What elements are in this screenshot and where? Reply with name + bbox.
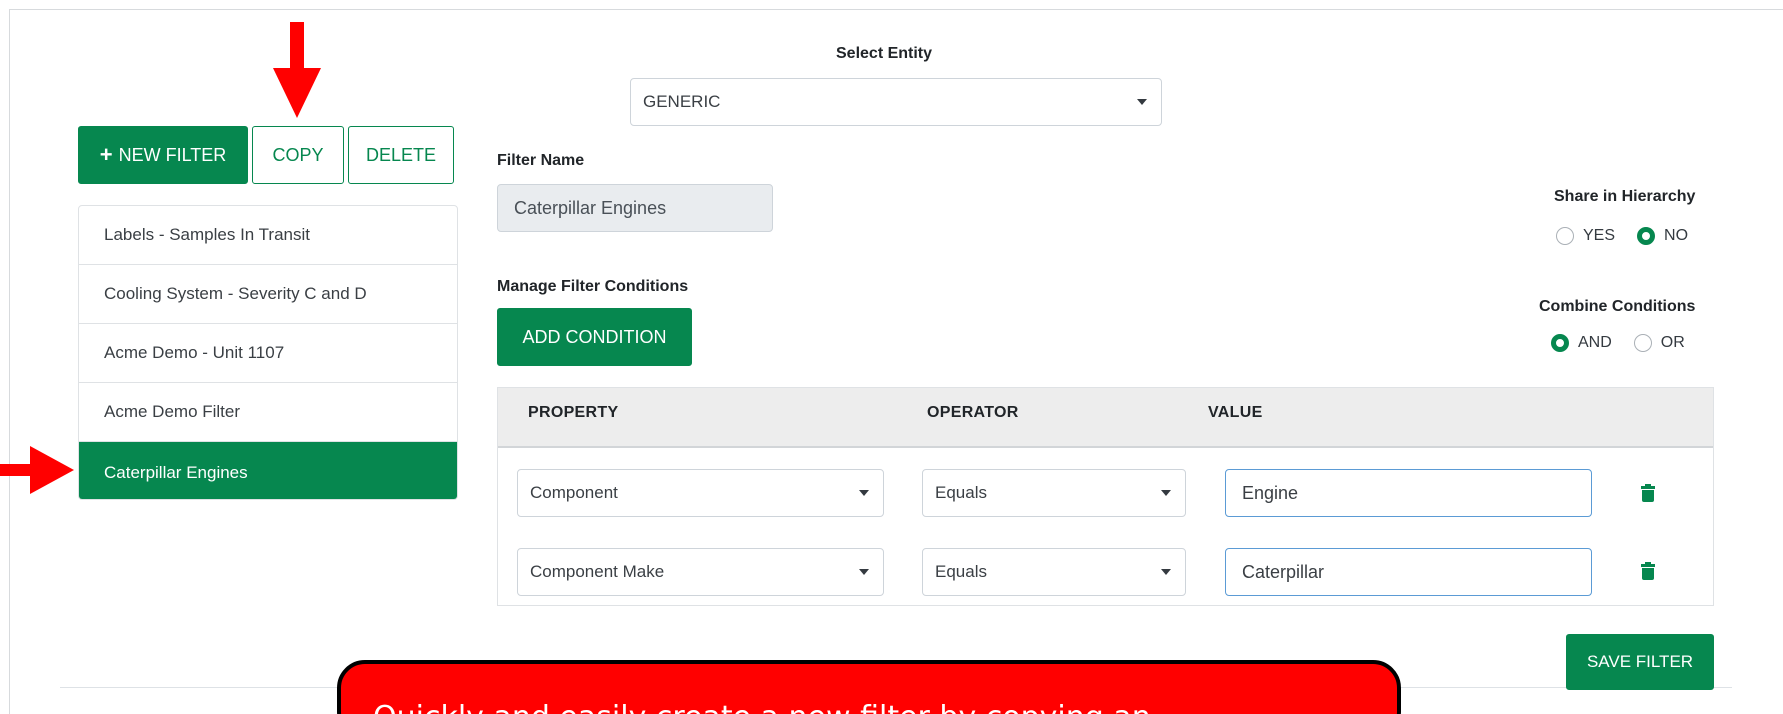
chevron-down-icon — [859, 569, 869, 575]
share-no-label: NO — [1664, 227, 1689, 244]
filter-name-label: Filter Name — [497, 152, 585, 169]
trash-icon[interactable] — [1641, 484, 1655, 502]
operator-select[interactable]: Equals — [922, 548, 1186, 596]
entity-select-value: GENERIC — [643, 92, 721, 111]
add-condition-button[interactable]: ADD CONDITION — [497, 308, 692, 366]
value-column-header: VALUE — [1208, 404, 1263, 421]
combine-conditions-label: Combine Conditions — [1539, 298, 1696, 315]
conditions-table-header: PROPERTY OPERATOR VALUE — [498, 388, 1713, 448]
filter-list-item-active[interactable]: Caterpillar Engines — [79, 442, 457, 499]
select-entity-label: Select Entity — [836, 45, 933, 62]
filter-list-item[interactable]: Labels - Samples In Transit — [79, 206, 457, 265]
share-hierarchy-label: Share in Hierarchy — [1554, 188, 1696, 205]
operator-select-value: Equals — [935, 483, 987, 502]
trash-icon[interactable] — [1641, 562, 1655, 580]
entity-select[interactable]: GENERIC — [630, 78, 1162, 126]
chevron-down-icon — [859, 490, 869, 496]
plus-icon: + — [99, 142, 113, 167]
operator-column-header: OPERATOR — [927, 404, 1019, 421]
property-select-value: Component Make — [530, 562, 665, 581]
value-input[interactable]: Engine — [1225, 469, 1592, 517]
property-column-header: PROPERTY — [528, 404, 619, 421]
filter-list-item[interactable]: Acme Demo - Unit 1107 — [79, 324, 457, 383]
new-filter-label: NEW FILTER — [118, 144, 227, 165]
saved-filters-list: Labels - Samples In Transit Cooling Syst… — [78, 205, 458, 500]
property-select-value: Component — [530, 483, 618, 502]
combine-conditions-radio-group: AND OR — [1551, 334, 1685, 352]
share-yes-label: YES — [1583, 227, 1616, 244]
chevron-down-icon — [1137, 99, 1147, 105]
copy-button[interactable]: COPY — [252, 126, 344, 184]
combine-and-radio[interactable] — [1551, 334, 1569, 352]
share-hierarchy-radio-group: YES NO — [1556, 227, 1688, 245]
share-yes-radio[interactable] — [1556, 227, 1574, 245]
chevron-down-icon — [1161, 490, 1171, 496]
property-select[interactable]: Component — [517, 469, 884, 517]
arrow-down-annotation-icon — [273, 22, 321, 118]
callout-text: Quickly and easily create a new filter b… — [373, 700, 1151, 714]
save-filter-button[interactable]: SAVE FILTER — [1566, 634, 1714, 690]
combine-or-radio[interactable] — [1633, 334, 1652, 352]
chevron-down-icon — [1161, 569, 1171, 575]
annotation-callout: Quickly and easily create a new filter b… — [337, 660, 1401, 714]
conditions-table: PROPERTY OPERATOR VALUE Component Equals… — [497, 387, 1714, 606]
new-filter-button[interactable]: + NEW FILTER — [78, 126, 248, 184]
delete-button[interactable]: DELETE — [348, 126, 454, 184]
combine-or-label: OR — [1660, 334, 1685, 351]
operator-select[interactable]: Equals — [922, 469, 1186, 517]
arrow-right-annotation-icon — [0, 446, 74, 494]
filter-list-item[interactable]: Acme Demo Filter — [79, 383, 457, 442]
filter-list-item[interactable]: Cooling System - Severity C and D — [79, 265, 457, 324]
share-no-radio[interactable] — [1637, 227, 1656, 245]
property-select[interactable]: Component Make — [517, 548, 884, 596]
operator-select-value: Equals — [935, 562, 987, 581]
manage-conditions-label: Manage Filter Conditions — [497, 278, 689, 295]
combine-and-label: AND — [1578, 334, 1612, 351]
value-input[interactable]: Caterpillar — [1225, 548, 1592, 596]
filter-name-field[interactable]: Caterpillar Engines — [497, 184, 773, 232]
